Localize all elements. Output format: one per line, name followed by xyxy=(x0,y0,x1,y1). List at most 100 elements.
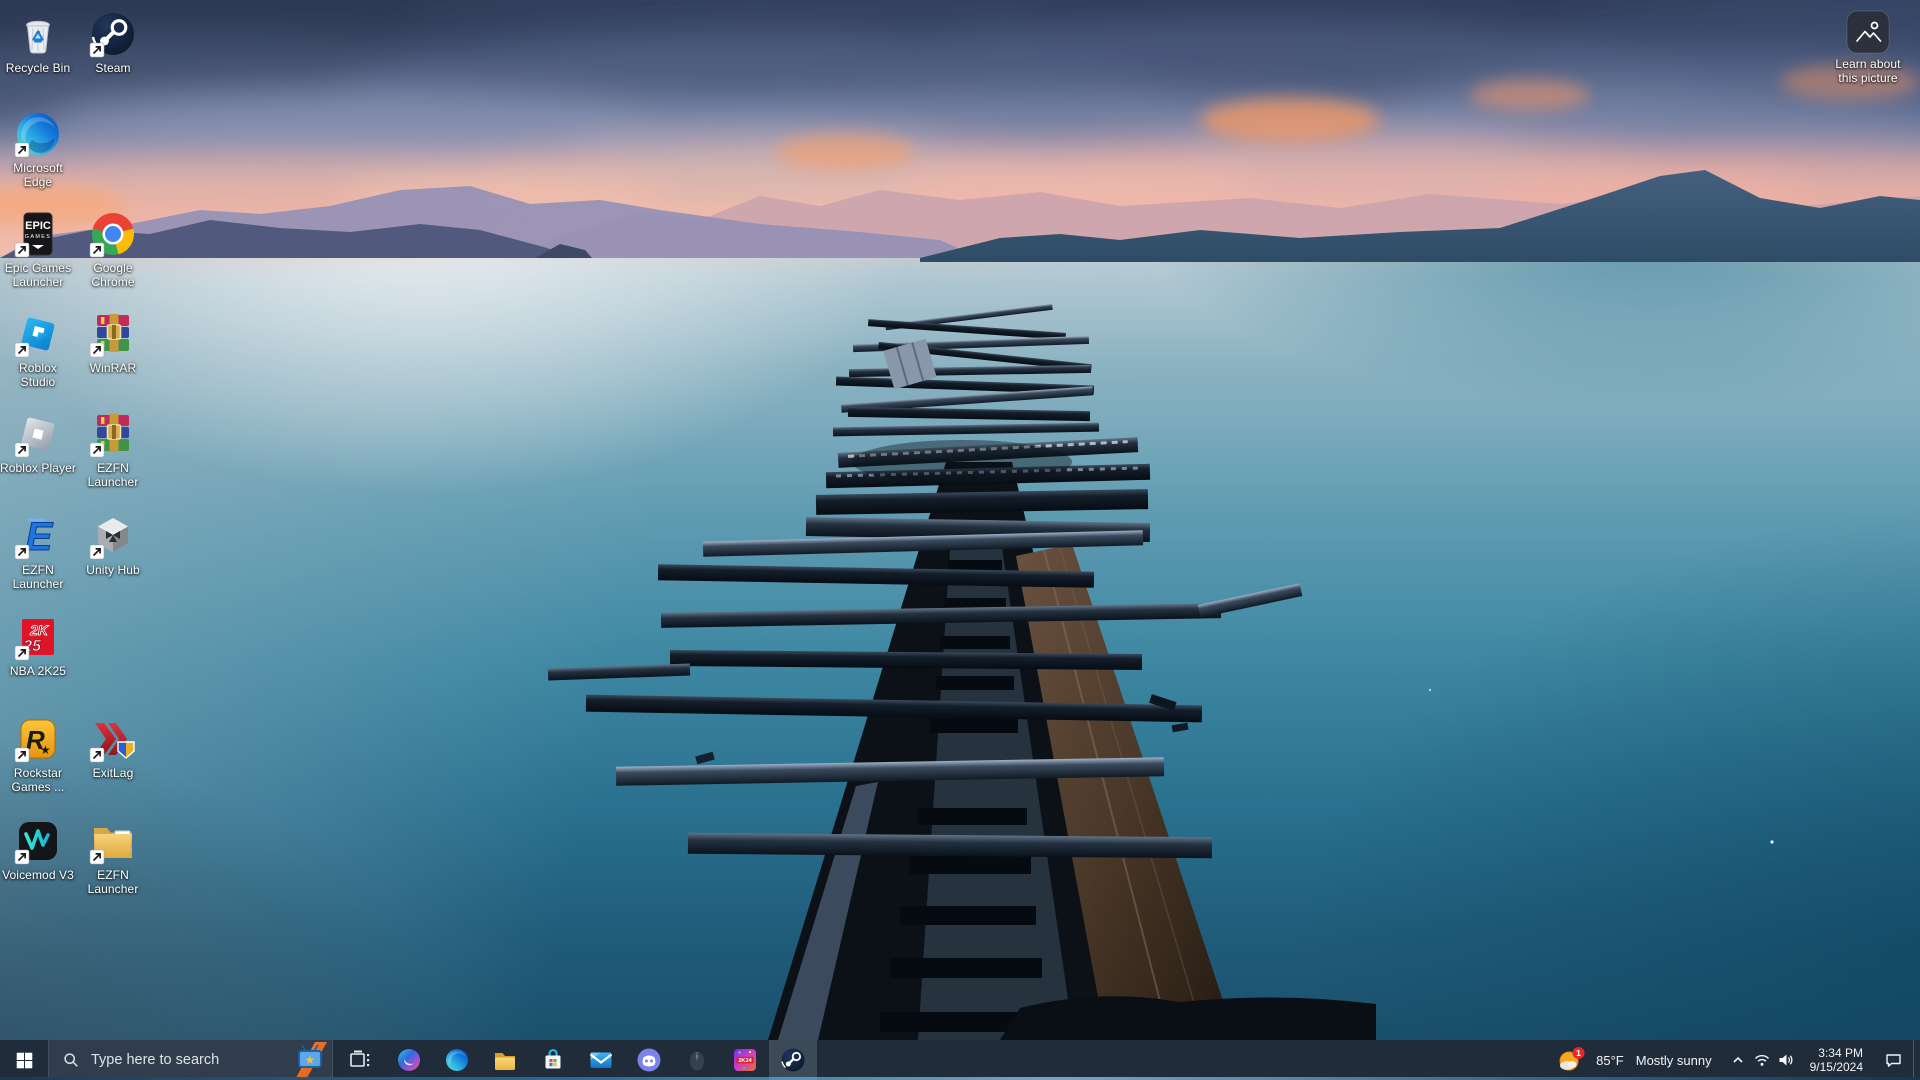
taskbar: ★ 2K24 1 xyxy=(0,1040,1920,1080)
icon-label: NBA 2K25 xyxy=(10,664,66,678)
clock-time: 3:34 PM xyxy=(1810,1046,1863,1060)
copilot-icon xyxy=(395,1046,423,1074)
shortcut-arrow-overlay xyxy=(90,243,104,257)
shortcut-arrow-overlay xyxy=(15,443,29,457)
search-icon xyxy=(63,1052,79,1068)
svg-text:EPIC: EPIC xyxy=(25,220,51,232)
taskbar-app-mail[interactable] xyxy=(577,1040,625,1080)
svg-text:GAMES: GAMES xyxy=(25,234,51,240)
shortcut-arrow-overlay xyxy=(15,143,29,157)
winrar-icon xyxy=(89,310,137,358)
icon-label: EZFN Launcher xyxy=(88,868,139,896)
ezfn-launcher-folder-icon: E xyxy=(89,817,137,865)
learn-about-picture-widget[interactable]: Learn about this picture xyxy=(1812,10,1920,85)
spotlight-label: Learn about this picture xyxy=(1835,57,1900,85)
desktop-icon-unity-hub[interactable]: Unity Hub xyxy=(65,512,161,577)
taskbar-app-file-explorer[interactable] xyxy=(481,1040,529,1080)
show-desktop-button[interactable] xyxy=(1913,1040,1920,1080)
file-explorer-icon xyxy=(491,1046,519,1074)
shortcut-arrow-overlay xyxy=(15,748,29,762)
shortcut-arrow-overlay xyxy=(15,243,29,257)
voicemod-v3-icon xyxy=(14,817,62,865)
search-box[interactable]: ★ xyxy=(48,1040,333,1080)
taskbar-app-microsoft-edge[interactable] xyxy=(433,1040,481,1080)
weather-condition: Mostly sunny xyxy=(1636,1053,1712,1068)
steam-icon xyxy=(89,10,137,58)
icon-label: Google Chrome xyxy=(91,261,134,289)
taskbar-app-steam[interactable] xyxy=(769,1040,817,1080)
action-center-icon[interactable] xyxy=(1881,1040,1905,1080)
desktop-icon-nba-2k25[interactable]: 2K 25 NBA 2K25 xyxy=(0,613,86,678)
tray-volume-icon[interactable] xyxy=(1774,1040,1798,1080)
desktop-icon-steam[interactable]: Steam xyxy=(65,10,161,75)
nba-2k24-icon: 2K24 xyxy=(731,1046,759,1074)
taskbar-clock[interactable]: 3:34 PM 9/15/2024 xyxy=(1810,1046,1863,1074)
taskbar-app-task-view[interactable] xyxy=(337,1040,385,1080)
icon-label: WinRAR xyxy=(90,361,137,375)
svg-text:★: ★ xyxy=(305,1053,316,1067)
pinned-faint-app-icon xyxy=(683,1046,711,1074)
recycle-bin-icon xyxy=(14,10,62,58)
svg-text:1: 1 xyxy=(1576,1048,1581,1058)
desktop-icon-google-chrome[interactable]: Google Chrome xyxy=(65,210,161,289)
taskbar-app-pinned-faint-app[interactable] xyxy=(673,1040,721,1080)
icon-label: Microsoft Edge xyxy=(13,161,63,189)
icon-label: ExitLag xyxy=(93,766,134,780)
wallpaper xyxy=(0,0,1920,1040)
shortcut-arrow-overlay xyxy=(15,646,29,660)
shortcut-arrow-overlay xyxy=(15,545,29,559)
shortcut-arrow-overlay xyxy=(90,443,104,457)
clock-date: 9/15/2024 xyxy=(1810,1060,1863,1074)
icon-label: EZFN Launcher xyxy=(88,461,139,489)
mail-icon xyxy=(587,1046,615,1074)
tray-wifi-icon[interactable] xyxy=(1750,1040,1774,1080)
search-input[interactable] xyxy=(89,1051,263,1069)
shortcut-arrow-overlay xyxy=(90,850,104,864)
icon-label: Recycle Bin xyxy=(6,61,70,75)
pier-collapsed-cluster xyxy=(833,304,1099,484)
microsoft-store-icon xyxy=(539,1046,567,1074)
taskbar-app-microsoft-store[interactable] xyxy=(529,1040,577,1080)
system-tray: 1 85°F Mostly sunny 3:34 PM 9/15/2024 xyxy=(1557,1040,1920,1080)
svg-text:★: ★ xyxy=(40,743,51,757)
ezfn-launcher-rar-icon xyxy=(89,410,137,458)
svg-text:2K24: 2K24 xyxy=(738,1058,752,1064)
nba-2k25-icon: 2K 25 xyxy=(14,613,62,661)
shortcut-arrow-overlay xyxy=(90,545,104,559)
desktop-icon-exitlag[interactable]: ExitLag xyxy=(65,715,161,780)
google-chrome-icon xyxy=(89,210,137,258)
unity-hub-icon xyxy=(89,512,137,560)
shortcut-arrow-overlay xyxy=(90,343,104,357)
taskbar-app-discord[interactable] xyxy=(625,1040,673,1080)
taskbar-app-copilot[interactable] xyxy=(385,1040,433,1080)
taskbar-app-nba-2k24[interactable]: 2K24 xyxy=(721,1040,769,1080)
picture-icon xyxy=(1846,10,1890,54)
taskbar-apps: 2K24 xyxy=(337,1040,817,1080)
desktop-icon-ezfn-launcher-rar[interactable]: EZFN Launcher xyxy=(65,410,161,489)
icon-label: Epic Games Launcher xyxy=(5,261,71,289)
pier xyxy=(548,304,1774,1040)
icon-label: EZFN Launcher xyxy=(13,563,64,591)
ezfn-launcher-app-icon: E xyxy=(14,512,62,560)
weather-widget[interactable]: 1 85°F Mostly sunny xyxy=(1557,1046,1711,1074)
microsoft-edge-icon xyxy=(14,110,62,158)
start-button[interactable] xyxy=(0,1040,48,1080)
tray-chevron-up-icon[interactable] xyxy=(1726,1040,1750,1080)
roblox-studio-icon xyxy=(14,310,62,358)
desktop-icon-microsoft-edge[interactable]: Microsoft Edge xyxy=(0,110,86,189)
weather-temperature: 85°F xyxy=(1596,1053,1624,1068)
svg-text:E: E xyxy=(26,515,54,559)
shortcut-arrow-overlay xyxy=(15,850,29,864)
rockstar-games-icon: R ★ xyxy=(14,715,62,763)
steam-icon xyxy=(779,1046,807,1074)
shortcut-arrow-overlay xyxy=(90,748,104,762)
icon-label: Voicemod V3 xyxy=(2,868,74,882)
windows-logo-icon xyxy=(15,1051,34,1070)
icon-label: Steam xyxy=(95,61,130,75)
search-highlight-tv-icon[interactable]: ★ xyxy=(291,1042,329,1078)
svg-text:2K: 2K xyxy=(29,622,49,638)
epic-games-launcher-icon: EPIC GAMES xyxy=(14,210,62,258)
icon-label: Roblox Studio xyxy=(19,361,57,389)
desktop-icon-winrar[interactable]: WinRAR xyxy=(65,310,161,375)
desktop-icon-ezfn-launcher-folder[interactable]: E EZFN Launcher xyxy=(65,817,161,896)
